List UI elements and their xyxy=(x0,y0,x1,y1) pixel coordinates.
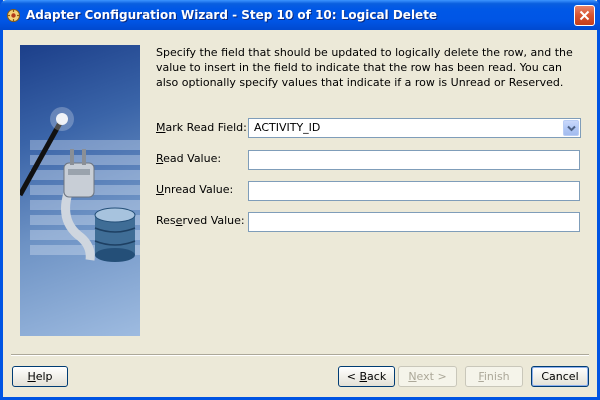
button-separator xyxy=(11,354,589,356)
plug-database-illustration xyxy=(20,45,140,336)
unread-value-label: Unread Value: xyxy=(156,183,234,196)
step-description: Specify the field that should be updated… xyxy=(156,46,573,89)
back-button[interactable]: < Back xyxy=(338,366,395,387)
mark-read-field-value: ACTIVITY_ID xyxy=(254,121,321,134)
reserved-value-label: Reserved Value: xyxy=(156,214,245,227)
unread-value-input[interactable] xyxy=(248,181,580,201)
wizard-icon xyxy=(7,9,20,22)
mark-read-field-label: Mark Read Field: xyxy=(156,121,247,134)
wizard-content: Specify the field that should be updated… xyxy=(3,30,597,397)
next-button[interactable]: Next > xyxy=(398,366,457,387)
finish-button[interactable]: Finish xyxy=(465,366,523,387)
close-icon xyxy=(579,10,590,21)
close-button[interactable] xyxy=(574,5,595,26)
mark-read-field-select[interactable]: ACTIVITY_ID xyxy=(248,118,581,138)
read-value-input[interactable] xyxy=(248,150,580,170)
dropdown-button[interactable] xyxy=(563,120,579,136)
chevron-down-icon xyxy=(567,125,576,132)
help-button[interactable]: Help xyxy=(12,366,68,387)
title-bar[interactable]: Adapter Configuration Wizard - Step 10 o… xyxy=(0,0,600,30)
read-value-label: Read Value: xyxy=(156,152,222,165)
window-title: Adapter Configuration Wizard - Step 10 o… xyxy=(26,8,438,22)
wizard-window: Adapter Configuration Wizard - Step 10 o… xyxy=(0,0,600,400)
reserved-value-input[interactable] xyxy=(248,212,580,232)
cancel-button[interactable]: Cancel xyxy=(531,366,589,387)
